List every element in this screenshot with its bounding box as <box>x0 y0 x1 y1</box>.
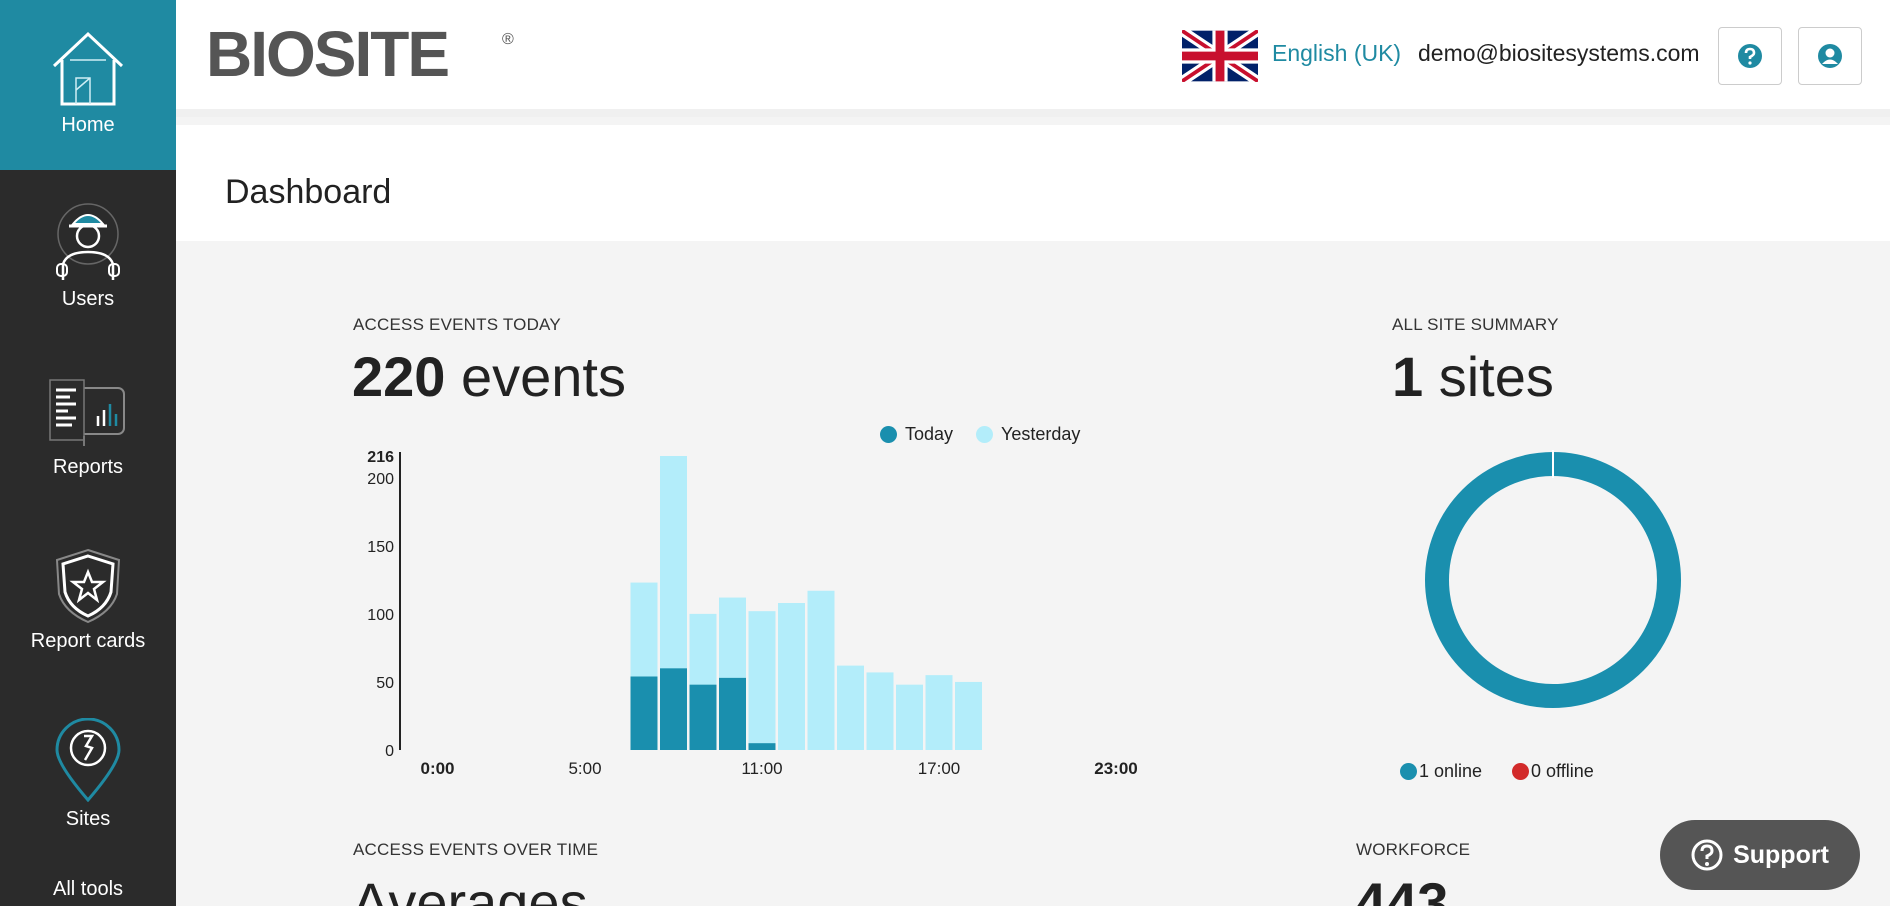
site-summary-label: ALL SITE SUMMARY <box>1392 315 1559 334</box>
sidebar-item-sites[interactable]: Sites <box>0 718 176 831</box>
sidebar-item-label: Report cards <box>30 630 146 652</box>
access-over-time-label: ACCESS EVENTS OVER TIME <box>353 840 599 859</box>
bar-today-10:00[interactable] <box>719 677 746 750</box>
uk-flag-icon[interactable] <box>1182 30 1258 82</box>
sidebar-item-label: All tools <box>52 878 124 900</box>
y-tick-label: 100 <box>367 607 394 624</box>
access-events-bar-chart: 0 50 100 150 200 216 0:00 5:00 11:00 17:00 23:00 <box>367 449 1137 778</box>
sidebar-item-label: Users <box>61 288 115 310</box>
x-tick-label: 5:00 <box>568 759 601 778</box>
legend-label-online: 1 online <box>1419 761 1483 781</box>
user-email: demo@biositesystems.com <box>1418 40 1700 66</box>
y-tick-label: 216 <box>367 449 394 466</box>
shield-star-icon <box>55 548 121 624</box>
bar-today-9:00[interactable] <box>689 684 717 750</box>
access-today-label: ACCESS EVENTS TODAY <box>353 315 561 334</box>
bar-today-8:00[interactable] <box>660 668 687 750</box>
workforce-count: 443 <box>1355 871 1449 906</box>
y-tick-label: 0 <box>385 743 394 760</box>
biosite-logo: BIOSITE ® <box>206 26 514 82</box>
help-button[interactable] <box>1718 27 1782 85</box>
support-button[interactable]: Support <box>1660 820 1860 890</box>
bar-yesterday-12:00[interactable] <box>778 603 805 750</box>
y-tick-label: 200 <box>367 471 394 488</box>
sidebar-item-home[interactable]: Home <box>0 0 176 170</box>
legend-label-offline: 0 offline <box>1531 761 1594 781</box>
legend-online[interactable]: 1 online <box>1400 761 1482 782</box>
sidebar-item-label: Sites <box>65 808 111 830</box>
page-title: Dashboard <box>225 173 392 211</box>
question-circle-icon <box>1738 44 1762 68</box>
sidebar-item-users[interactable]: Users <box>0 202 176 311</box>
x-tick-label: 0:00 <box>420 759 454 778</box>
house-icon <box>50 30 126 108</box>
bar-yesterday-18:00[interactable] <box>955 681 982 750</box>
legend-offline[interactable]: 0 offline <box>1512 761 1594 782</box>
y-tick-label: 150 <box>367 539 394 556</box>
account-button[interactable] <box>1798 27 1862 85</box>
bar-yesterday-14:00[interactable] <box>837 665 864 750</box>
x-tick-label: 11:00 <box>741 759 782 778</box>
svg-text:BIOSITE: BIOSITE <box>206 26 448 82</box>
support-label: Support <box>1733 840 1829 869</box>
access-today-stat: 220 events <box>352 344 626 409</box>
site-summary-count: 1 <box>1392 345 1424 408</box>
sidebar: Home Users Reports Report cards Sites Al… <box>0 0 176 906</box>
sidebar-item-all-tools[interactable]: All tools <box>0 874 176 901</box>
sidebar-item-label: Reports <box>52 456 124 478</box>
top-header: BIOSITE ® English (UK) demo@biositesyste… <box>176 0 1890 117</box>
site-summary-unit: sites <box>1423 345 1554 408</box>
page-title-bar: Dashboard <box>176 125 1890 241</box>
access-today-unit: events <box>445 345 626 408</box>
question-circle-icon <box>1691 839 1723 871</box>
site-summary-stat: 1 sites <box>1392 344 1554 409</box>
x-tick-label: 23:00 <box>1094 759 1137 778</box>
legend-dot-offline <box>1512 763 1529 780</box>
y-tick-label: 50 <box>376 675 394 692</box>
report-icon <box>48 374 128 450</box>
location-pin-icon <box>55 718 121 802</box>
access-over-time-heading: Averages <box>352 871 588 906</box>
bar-yesterday-17:00[interactable] <box>925 675 953 750</box>
bar-yesterday-13:00[interactable] <box>807 590 835 750</box>
sidebar-item-label: Home <box>61 114 115 136</box>
donut-slice-online[interactable] <box>1425 452 1681 708</box>
access-today-count: 220 <box>352 345 446 408</box>
bar-today-11:00[interactable] <box>748 743 776 750</box>
workforce-label: WORKFORCE <box>1356 840 1471 859</box>
worker-icon <box>53 202 123 282</box>
svg-text:®: ® <box>502 31 514 48</box>
site-status-donut-chart <box>1425 450 1681 708</box>
bar-yesterday-11:00[interactable] <box>748 611 776 750</box>
x-tick-label: 17:00 <box>918 759 961 778</box>
legend-dot-online <box>1400 763 1417 780</box>
bar-today-7:00[interactable] <box>630 676 658 751</box>
bar-yesterday-15:00[interactable] <box>866 672 894 750</box>
sidebar-item-reports[interactable]: Reports <box>0 374 176 479</box>
user-circle-icon <box>1818 44 1842 68</box>
sidebar-item-report-cards[interactable]: Report cards <box>0 548 176 653</box>
bar-yesterday-16:00[interactable] <box>896 684 923 750</box>
language-selector[interactable]: English (UK) <box>1272 40 1401 67</box>
